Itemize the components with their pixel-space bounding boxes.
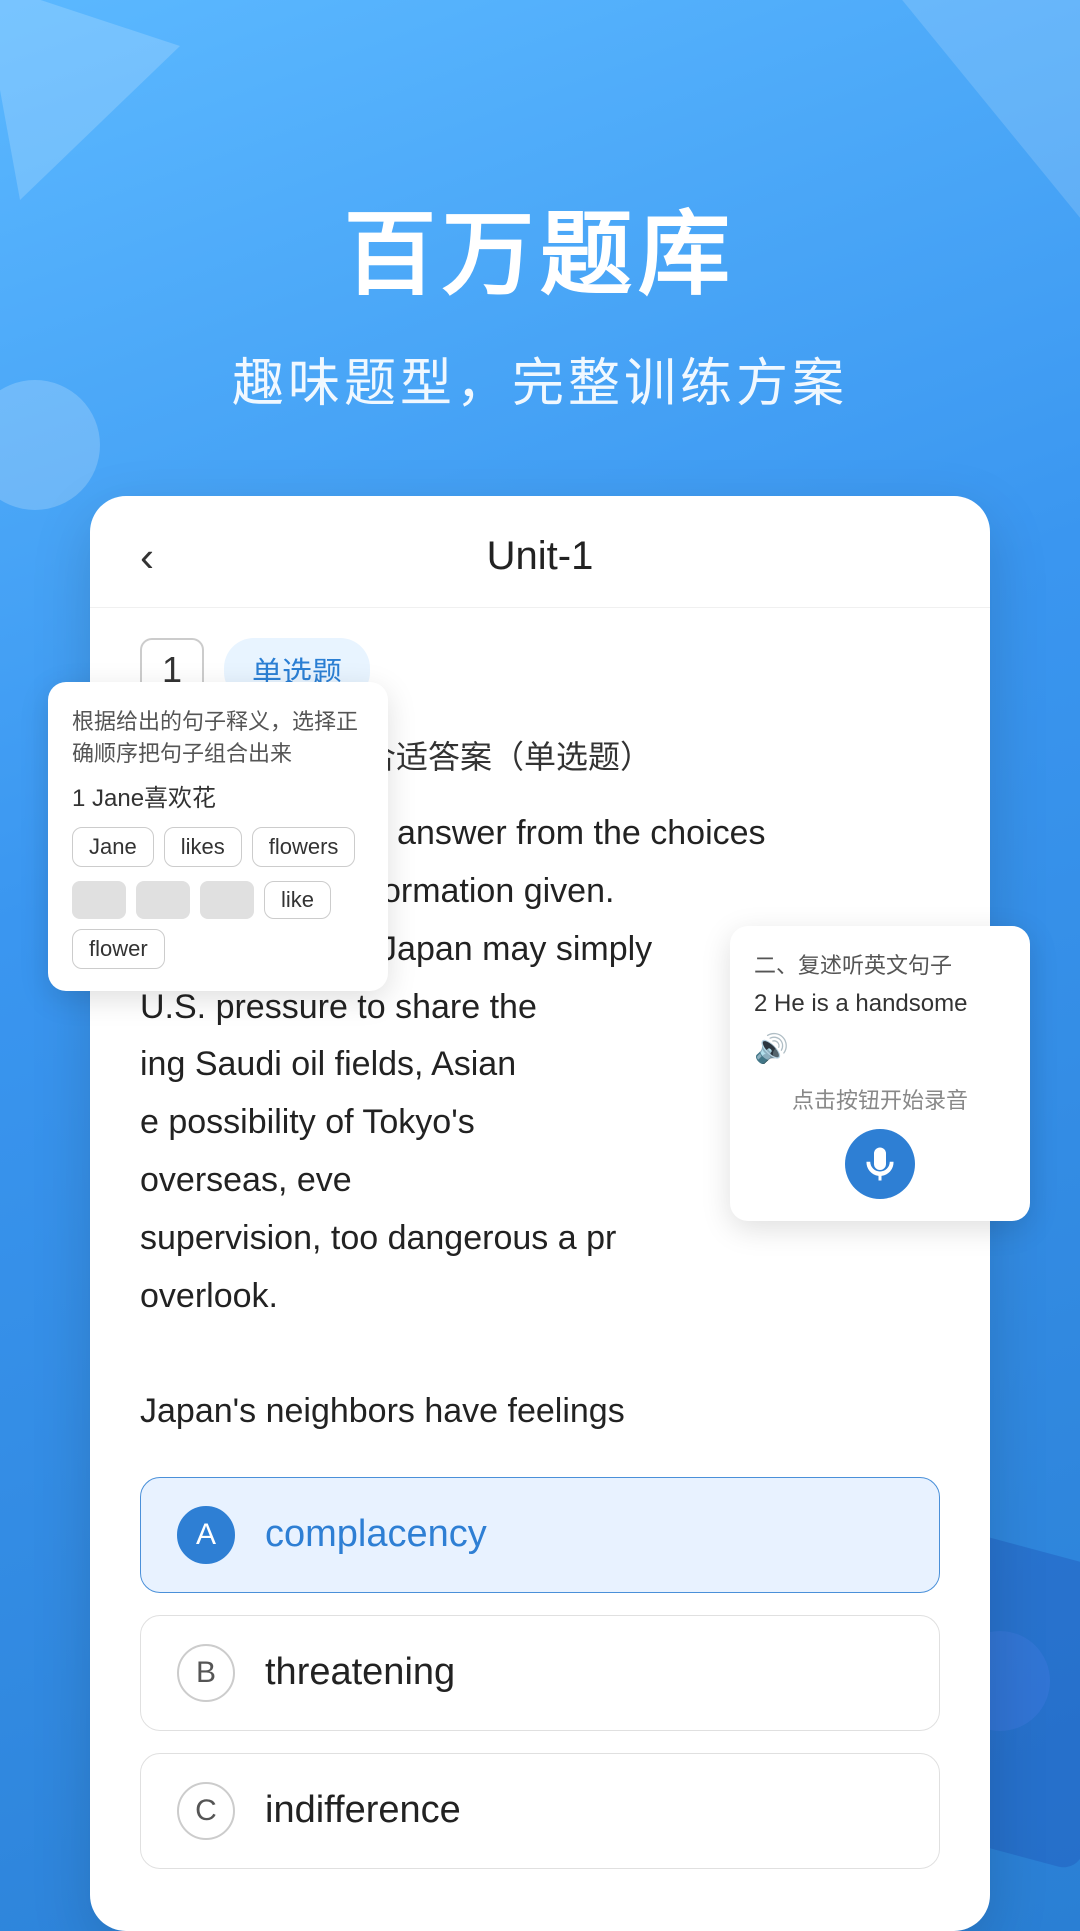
option-c[interactable]: C indifference [140,1753,940,1869]
record-button[interactable] [845,1129,915,1199]
back-button[interactable]: ‹ [140,533,154,581]
speaker-icon[interactable]: 🔊 [754,1032,1006,1065]
recording-hint: 点击按钮开始录音 [754,1083,1006,1115]
tooltip-word-jane[interactable]: Jane [72,827,154,867]
tooltip-answer-slots: like [72,881,364,919]
option-a-text: complacency [265,1513,487,1556]
option-c-circle: C [177,1782,235,1840]
quiz-card: 根据给出的句子释义，选择正确顺序把句子组合出来 1 Jane喜欢花 Jane l… [90,496,990,1931]
q-line6: e possibility of Tokyo's [140,1103,475,1141]
tooltip-word-likes[interactable]: likes [164,827,242,867]
tooltip-slot-like[interactable]: like [264,881,331,919]
tooltip-flower-word[interactable]: flower [72,929,165,969]
tooltip-dictation-title: 二、复述听英文句子 [754,948,1006,980]
option-b-text: threatening [265,1651,455,1694]
tooltip-dictation-sentence: 2 He is a handsome [754,990,1006,1018]
tooltip-sentence-question: 1 Jane喜欢花 [72,778,364,813]
tooltip-word-bank: Jane likes flowers [72,827,364,867]
q-line5: ing Saudi oil fields, Asian [140,1045,516,1083]
q-line9: overlook. [140,1277,278,1315]
card-header: ‹ Unit-1 [90,496,990,608]
main-content: 百万题库 趣味题型，完整训练方案 根据给出的句子释义，选择正确顺序把句子组合出来… [0,0,1080,1931]
unit-title: Unit-1 [487,534,594,579]
tooltip-sentence-title: 根据给出的句子释义，选择正确顺序把句子组合出来 [72,704,364,768]
page-title: 百万题库 [344,180,736,313]
option-b-circle: B [177,1644,235,1702]
option-a[interactable]: A complacency [140,1477,940,1593]
tooltip-word-flowers[interactable]: flowers [252,827,356,867]
q-line4: U.S. pressure to share the [140,988,537,1026]
tooltip-sentence-order: 根据给出的句子释义，选择正确顺序把句子组合出来 1 Jane喜欢花 Jane l… [48,682,388,991]
option-a-circle: A [177,1506,235,1564]
tooltip-dictation: 二、复述听英文句子 2 He is a handsome 🔊 点击按钮开始录音 [730,926,1030,1221]
option-c-text: indifference [265,1789,461,1832]
tooltip-slot-3[interactable] [200,881,254,919]
page-subtitle: 趣味题型，完整训练方案 [232,341,848,416]
tooltip-slot-1[interactable] [72,881,126,919]
option-b[interactable]: B threatening [140,1615,940,1731]
q-line10: Japan's neighbors have feelings [140,1392,625,1430]
q-line7: overseas, eve [140,1161,352,1199]
tooltip-slot-2[interactable] [136,881,190,919]
q-line8: supervision, too dangerous a pr [140,1219,616,1257]
